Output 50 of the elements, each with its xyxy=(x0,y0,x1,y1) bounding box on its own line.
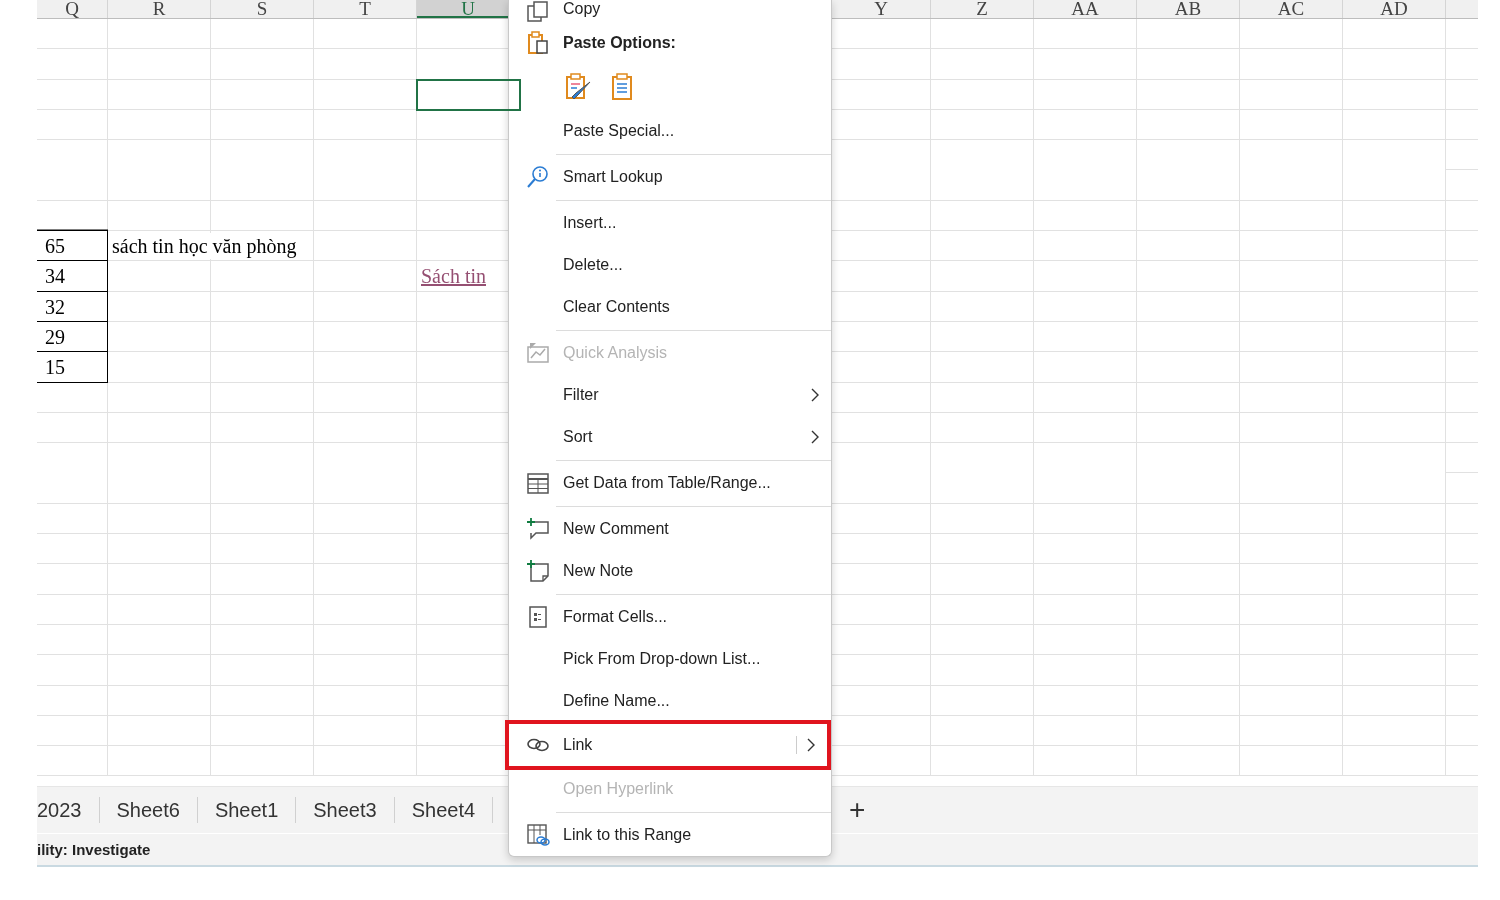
table-link-icon xyxy=(526,823,550,847)
menu-item[interactable]: Insert... xyxy=(509,202,831,244)
menu-item[interactable]: Pick From Drop-down List... xyxy=(509,638,831,680)
column-header[interactable]: S xyxy=(211,0,314,18)
chevron-icon xyxy=(809,429,821,445)
menu-heading: Paste Options: xyxy=(563,34,677,52)
comment-icon xyxy=(526,517,550,541)
menu-item[interactable]: New Note xyxy=(509,550,831,592)
column-header[interactable]: AC xyxy=(1240,0,1343,18)
clipboard-brush-icon[interactable] xyxy=(564,73,592,101)
column-header[interactable]: Q xyxy=(37,0,108,18)
column-header[interactable]: Z xyxy=(931,0,1034,18)
chevron-icon xyxy=(805,737,817,753)
table-cell: 29 xyxy=(37,321,108,353)
add-sheet-button[interactable]: + xyxy=(845,796,870,825)
sheet-tab[interactable]: Sheet1 xyxy=(197,797,297,824)
table-cell: 15 xyxy=(37,352,108,383)
note-icon xyxy=(526,559,550,583)
table-cell: 34 xyxy=(37,261,108,292)
table-cell: 32 xyxy=(37,291,108,322)
menu-item[interactable]: Link xyxy=(505,720,831,770)
menu-item[interactable]: Define Name... xyxy=(509,680,831,722)
column-header[interactable]: AD xyxy=(1343,0,1446,18)
column-header[interactable]: R xyxy=(108,0,211,18)
selected-cell[interactable] xyxy=(417,79,520,110)
table-cell: 65 xyxy=(37,231,108,262)
sheet-tab[interactable]: Sheet6 xyxy=(99,797,198,824)
menu-item[interactable]: Delete... xyxy=(509,244,831,286)
column-header[interactable]: AA xyxy=(1034,0,1137,18)
menu-item[interactable]: Clear Contents xyxy=(509,286,831,328)
menu-item[interactable]: Format Cells... xyxy=(509,596,831,638)
sheet-tab[interactable]: Sheet3 xyxy=(296,797,395,824)
menu-item[interactable]: Smart Lookup xyxy=(509,156,831,198)
sheet-tab[interactable]: Sheet4 xyxy=(394,797,494,824)
menu-item[interactable]: Link to this Range xyxy=(509,814,831,856)
search-icon xyxy=(526,165,550,189)
table-icon xyxy=(526,471,550,495)
menu-item[interactable]: Get Data from Table/Range... xyxy=(509,462,831,504)
menu-item[interactable]: New Comment xyxy=(509,508,831,550)
chevron-icon xyxy=(809,387,821,403)
chart-icon xyxy=(526,341,550,365)
format-cells-icon xyxy=(526,605,550,629)
clipboard-icon xyxy=(526,31,550,55)
menu-item[interactable]: Paste Special... xyxy=(509,110,831,152)
table-cell: sách tin học văn phòng xyxy=(112,233,297,260)
status-text: ility: Investigate xyxy=(37,841,151,859)
sheet-tab[interactable]: 2023 xyxy=(37,797,100,824)
menu-item[interactable]: Filter xyxy=(509,374,831,416)
column-header[interactable]: AB xyxy=(1137,0,1240,18)
menu-item[interactable]: Sort xyxy=(509,416,831,458)
